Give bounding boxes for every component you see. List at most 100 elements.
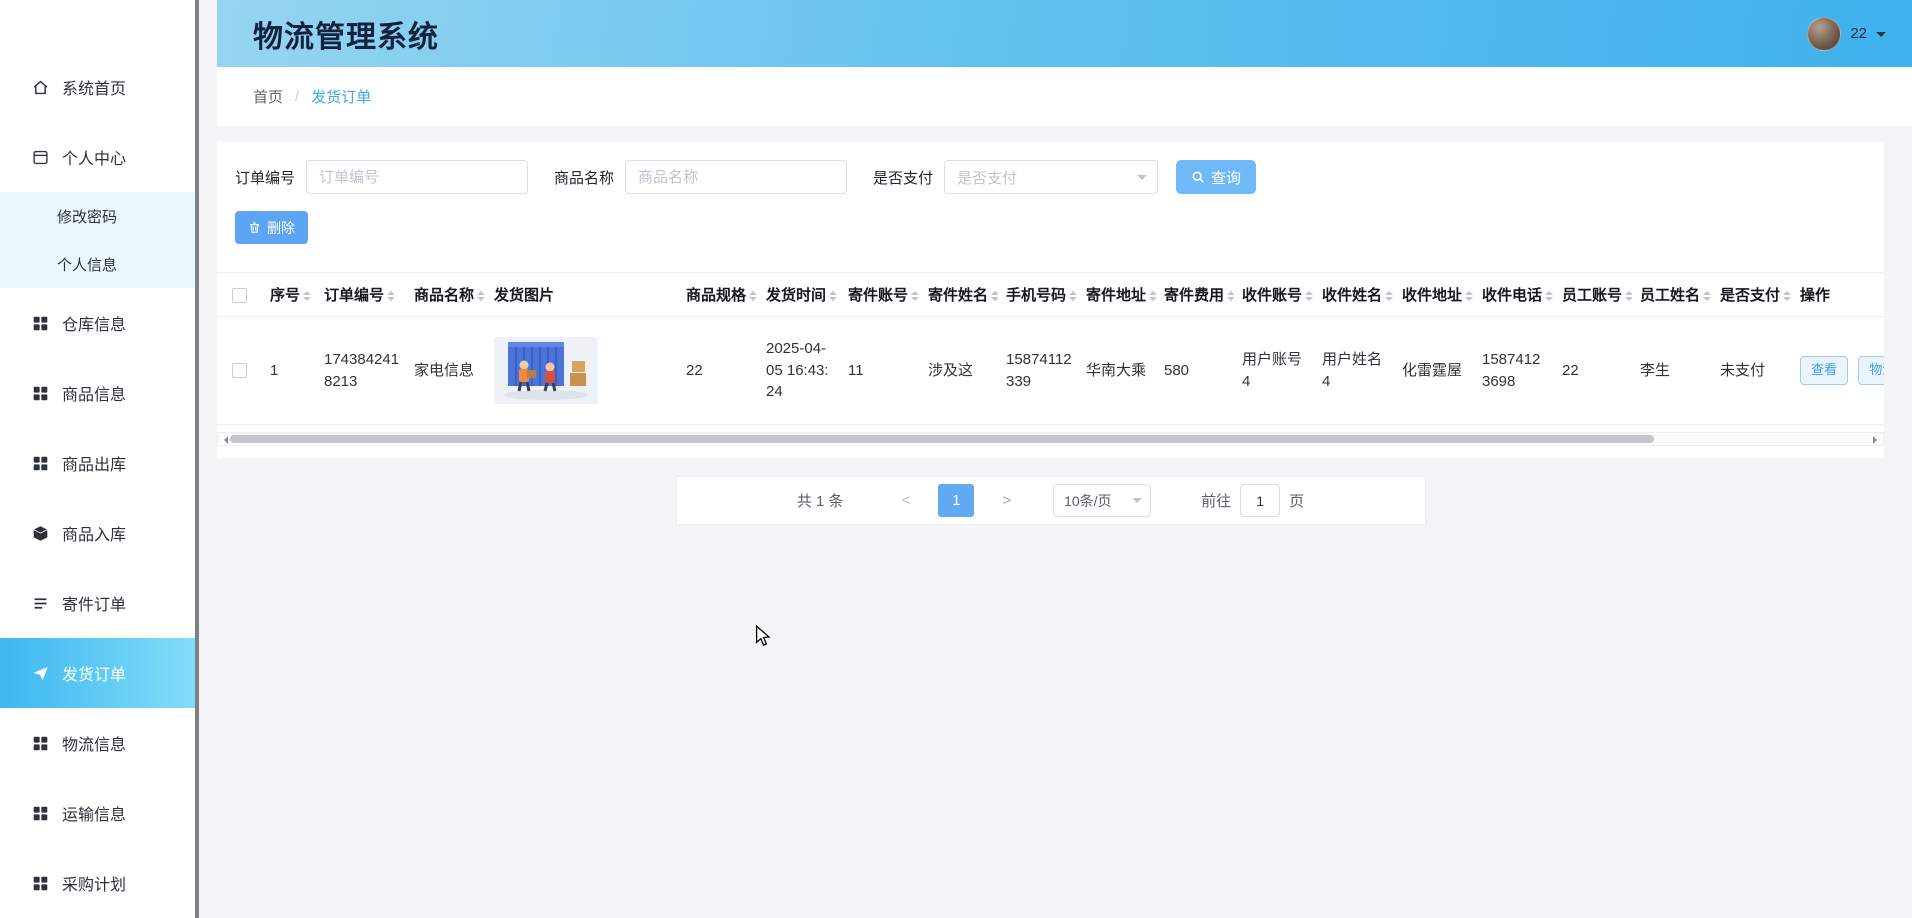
goto-unit: 页 (1289, 490, 1304, 511)
sidebar-item-delivery-orders[interactable]: 发货订单 (0, 638, 199, 708)
sidebar-item-label: 个人信息 (57, 254, 117, 275)
cell-receiver-phone: 15874123698 (1474, 317, 1554, 425)
page-content: 订单编号 商品名称 是否支付 是否支付 查询 (217, 126, 1912, 918)
home-icon (32, 79, 49, 96)
list-card: 订单编号 商品名称 是否支付 是否支付 查询 (217, 142, 1884, 458)
sidebar: 系统首页 个人中心 修改密码 个人信息 仓库信息 (0, 0, 199, 918)
grid-icon (32, 455, 49, 472)
select-all-checkbox[interactable] (232, 288, 247, 303)
order-no-label: 订单编号 (235, 167, 295, 188)
sort-caret-icon[interactable] (749, 287, 757, 305)
filter-bar: 订单编号 商品名称 是否支付 是否支付 查询 (217, 160, 1884, 194)
sidebar-item-transport-info[interactable]: 运输信息 (0, 778, 199, 848)
paid-select[interactable]: 是否支付 (944, 160, 1158, 194)
sidebar-item-user-center[interactable]: 个人中心 (0, 122, 199, 192)
product-name-label: 商品名称 (554, 167, 614, 188)
pagination-total: 共 1 条 (797, 490, 844, 511)
sort-caret-icon[interactable] (387, 287, 395, 305)
sort-caret-icon[interactable] (991, 287, 998, 305)
horizontal-scrollbar[interactable] (217, 432, 1884, 446)
sidebar-item-label: 个人中心 (62, 145, 126, 169)
sort-caret-icon[interactable] (1465, 287, 1473, 305)
grid-icon (32, 385, 49, 402)
sort-caret-icon[interactable] (1227, 287, 1234, 305)
sidebar-item-product-inbound[interactable]: 商品入库 (0, 498, 199, 568)
sidebar-item-product-outbound[interactable]: 商品出库 (0, 428, 199, 498)
sort-caret-icon[interactable] (911, 287, 919, 305)
sort-caret-icon[interactable] (829, 287, 837, 305)
sort-caret-icon[interactable] (1385, 287, 1393, 305)
next-page-button[interactable]: > (988, 492, 1025, 509)
page-number-button[interactable]: 1 (938, 484, 974, 517)
trash-icon (248, 221, 261, 234)
list-icon (32, 595, 49, 612)
sidebar-item-label: 商品信息 (62, 381, 126, 405)
row-checkbox[interactable] (232, 363, 247, 378)
goto-page-input[interactable] (1240, 484, 1280, 517)
prev-page-button[interactable]: < (888, 492, 925, 509)
product-name-input[interactable] (625, 160, 847, 194)
sort-caret-icon[interactable] (477, 287, 485, 305)
sidebar-item-product-info[interactable]: 商品信息 (0, 358, 199, 428)
scroll-left-icon[interactable] (220, 436, 228, 444)
logistics-button[interactable]: 物流 (1858, 356, 1884, 385)
page-size-value: 10条/页 (1064, 491, 1111, 511)
app-title: 物流管理系统 (253, 12, 439, 56)
grid-icon (32, 875, 49, 892)
cell-sender-phone: 15874112339 (998, 317, 1078, 425)
sidebar-item-system-home[interactable]: 系统首页 (0, 52, 199, 122)
cell-delivery-image (486, 317, 678, 425)
sidebar-scrollbar[interactable] (195, 0, 199, 918)
chevron-down-icon (1137, 175, 1147, 185)
view-button[interactable]: 查看 (1800, 356, 1848, 385)
sort-caret-icon[interactable] (1149, 287, 1156, 305)
breadcrumb-home[interactable]: 首页 (253, 86, 283, 107)
sort-caret-icon[interactable] (1783, 287, 1791, 305)
sidebar-item-label: 商品出库 (62, 451, 126, 475)
sidebar-item-label: 采购计划 (62, 871, 126, 895)
sidebar-item-personal-info[interactable]: 个人信息 (0, 240, 199, 288)
sidebar-item-label: 系统首页 (62, 75, 126, 99)
cell-ship-time: 2025-04-05 16:43:24 (758, 317, 840, 425)
cell-receiver-account: 用户账号4 (1234, 317, 1314, 425)
sidebar-item-mail-orders[interactable]: 寄件订单 (0, 568, 199, 638)
sidebar-menu: 系统首页 个人中心 修改密码 个人信息 仓库信息 (0, 0, 199, 918)
sort-caret-icon[interactable] (1703, 287, 1711, 305)
sidebar-item-label: 物流信息 (62, 731, 126, 755)
sidebar-item-purchase-plan[interactable]: 采购计划 (0, 848, 199, 918)
goto-page: 前往 页 (1201, 484, 1304, 517)
sort-caret-icon[interactable] (303, 287, 311, 305)
table-row: 1 1743842418213 家电信息 (217, 317, 1884, 425)
paid-select-placeholder: 是否支付 (957, 167, 1017, 188)
page-size-select[interactable]: 10条/页 (1053, 484, 1151, 517)
pagination: 共 1 条 < 1 > 10条/页 前往 页 (676, 476, 1426, 525)
breadcrumb: 首页 / 发货订单 (217, 67, 1912, 126)
scrollbar-thumb[interactable] (230, 435, 1654, 443)
sort-caret-icon[interactable] (1069, 287, 1077, 305)
scroll-right-icon[interactable] (1873, 436, 1881, 444)
sidebar-item-warehouse-info[interactable]: 仓库信息 (0, 288, 199, 358)
delete-button[interactable]: 删除 (235, 211, 308, 244)
cell-spec: 22 (678, 317, 758, 425)
cell-receiver-name: 用户姓名4 (1314, 317, 1394, 425)
cell-actions: 查看 物流 (1792, 317, 1884, 425)
cell-sender-name: 涉及这 (920, 317, 998, 425)
sidebar-item-change-password[interactable]: 修改密码 (0, 192, 199, 240)
delivery-image[interactable] (494, 337, 598, 404)
sort-caret-icon[interactable] (1545, 287, 1553, 305)
box-icon (32, 525, 49, 542)
sidebar-item-label: 寄件订单 (62, 591, 126, 615)
goto-label: 前往 (1201, 490, 1231, 511)
search-button[interactable]: 查询 (1176, 160, 1256, 194)
sidebar-item-logistics-info[interactable]: 物流信息 (0, 708, 199, 778)
cell-employee-account: 22 (1554, 317, 1632, 425)
cell-seq: 1 (262, 317, 316, 425)
breadcrumb-separator: / (295, 88, 299, 105)
sort-caret-icon[interactable] (1305, 287, 1313, 305)
user-avatar[interactable] (1807, 17, 1841, 51)
sidebar-item-label: 商品入库 (62, 521, 126, 545)
sort-caret-icon[interactable] (1625, 287, 1632, 305)
cell-fee: 580 (1156, 317, 1234, 425)
order-no-input[interactable] (306, 160, 528, 194)
user-menu[interactable]: 22 (1807, 17, 1886, 51)
